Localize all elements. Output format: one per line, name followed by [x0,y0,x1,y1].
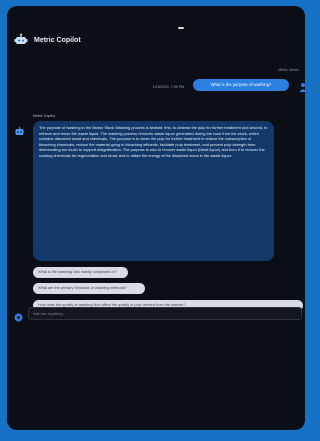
chat-icon [14,309,23,322]
user-avatar-icon [299,79,307,92]
suggestion-chip[interactable]: What is the washing loss mainly comprise… [33,267,128,278]
app-title: Metric Copilot [34,36,81,44]
message-timestamp: 1/29/2024, 7:09 PM [152,85,184,89]
bot-name: Metric Copilot [33,114,55,118]
suggestion-chip[interactable]: What are the primary functions of washin… [33,283,145,294]
bot-message-bubble: The purpose of washing in the Brown Stoc… [33,121,274,261]
user-message-bubble: What is the purpose of washing? [193,79,289,91]
composer [14,307,304,322]
user-name: Metric Admin [278,68,299,72]
chat-input[interactable] [28,307,302,320]
bot-icon [14,33,28,47]
send-button[interactable] [306,307,310,320]
header: Metric Copilot [14,33,81,47]
bot-avatar-icon [14,124,25,135]
camera-notch [178,27,184,29]
